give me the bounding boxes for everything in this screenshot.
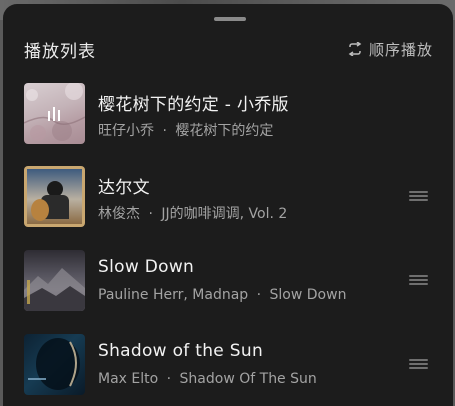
song-title: Slow Down <box>98 257 195 277</box>
song-title: 樱花树下的约定 - 小乔版 <box>98 95 289 115</box>
playlist-sheet: 播放列表 顺序播放 樱花树下的约定 - 小乔版 旺仔小乔 · 樱花树下的约定 达… <box>3 4 453 406</box>
play-mode-label: 顺序播放 <box>368 40 433 59</box>
drag-reorder-icon[interactable] <box>409 359 428 369</box>
artist-name: 林俊杰 <box>98 206 140 222</box>
playlist-item[interactable]: Slow Down Pauline Herr, Madnap · Slow Do… <box>3 250 453 320</box>
playlist-item[interactable]: 达尔文 林俊杰 · JJ的咖啡调调, Vol. 2 <box>3 166 453 236</box>
mountain-art <box>24 268 85 311</box>
artist-name: Pauline Herr, Madnap <box>98 287 249 303</box>
song-title: Shadow of the Sun <box>98 341 264 361</box>
now-playing-bars-icon <box>48 107 60 121</box>
play-mode-button[interactable]: 顺序播放 <box>347 38 433 60</box>
meta-separator: · <box>162 123 167 139</box>
album-cover <box>24 250 85 311</box>
sheet-drag-handle[interactable] <box>214 17 246 21</box>
repeat-icon <box>348 42 362 56</box>
silhouette-art <box>28 338 80 390</box>
artist-name: 旺仔小乔 <box>98 123 154 139</box>
album-cover-inner <box>27 169 82 224</box>
album-name: Shadow Of The Sun <box>179 371 317 387</box>
album-name: JJ的咖啡调调, Vol. 2 <box>161 206 288 222</box>
meta-separator: · <box>256 287 262 303</box>
album-name: 樱花树下的约定 <box>175 123 274 139</box>
album-cover <box>24 166 85 227</box>
playlist-title: 播放列表 <box>24 42 96 62</box>
meta-separator: · <box>166 371 172 387</box>
playlist-item[interactable]: Shadow of the Sun Max Elto · Shadow Of T… <box>3 334 453 404</box>
album-cover <box>24 334 85 395</box>
meta-separator: · <box>148 206 153 222</box>
cover-guitar <box>31 199 49 221</box>
artist-name: Max Elto <box>98 371 159 387</box>
song-meta: 林俊杰 · JJ的咖啡调调, Vol. 2 <box>98 203 287 223</box>
song-meta: Max Elto · Shadow Of The Sun <box>98 371 317 387</box>
drag-reorder-icon[interactable] <box>409 191 428 201</box>
song-meta: Pauline Herr, Madnap · Slow Down <box>98 287 346 303</box>
song-meta: 旺仔小乔 · 樱花树下的约定 <box>98 120 273 140</box>
drag-reorder-icon[interactable] <box>409 275 428 285</box>
song-title: 达尔文 <box>98 178 150 198</box>
album-cover <box>24 83 85 144</box>
playlist-item[interactable]: 樱花树下的约定 - 小乔版 旺仔小乔 · 樱花树下的约定 <box>3 83 453 153</box>
album-name: Slow Down <box>269 287 347 303</box>
